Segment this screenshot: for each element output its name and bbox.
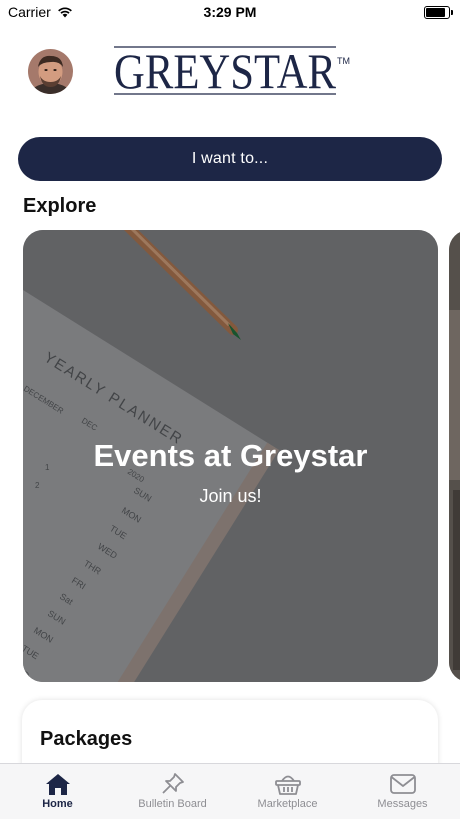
status-time: 3:29 PM (203, 4, 257, 20)
tab-messages[interactable]: Messages (345, 764, 460, 819)
tab-marketplace[interactable]: Marketplace (230, 764, 345, 819)
tab-label: Messages (377, 798, 428, 810)
next-card-image (449, 230, 460, 682)
i-want-to-label: I want to... (191, 150, 269, 167)
tab-bar: Home Bulletin Board Marketplace Messages (0, 763, 460, 819)
events-card[interactable]: YEARLY PLANNER DECEMBER DEC 2020 SUN MON… (23, 230, 438, 682)
pushpin-icon (161, 773, 184, 794)
greystar-logo: GREYSTAR TM (114, 43, 350, 99)
tab-label: Marketplace (257, 798, 318, 810)
basket-icon (274, 775, 301, 795)
tab-label: Home (42, 798, 73, 810)
card-subtitle: Join us! (199, 486, 262, 506)
tab-home[interactable]: Home (0, 764, 115, 819)
avatar-image (28, 49, 73, 94)
next-explore-card[interactable] (449, 230, 460, 682)
packages-title: Packages (40, 728, 133, 750)
envelope-icon (389, 774, 416, 794)
battery-icon (424, 6, 453, 19)
battery-fill (426, 8, 445, 17)
status-bar: Carrier 3:29 PM (0, 0, 460, 24)
tab-label: Bulletin Board (138, 798, 207, 810)
home-icon (45, 774, 70, 795)
i-want-to-button[interactable]: I want to... (18, 137, 442, 181)
avatar[interactable] (28, 49, 73, 94)
card-title: Events at Greystar (93, 438, 368, 473)
svg-text:GREYSTAR: GREYSTAR (114, 43, 337, 99)
svg-text:TM: TM (337, 56, 350, 66)
explore-heading: Explore (23, 195, 97, 217)
tab-bulletin-board[interactable]: Bulletin Board (115, 764, 230, 819)
